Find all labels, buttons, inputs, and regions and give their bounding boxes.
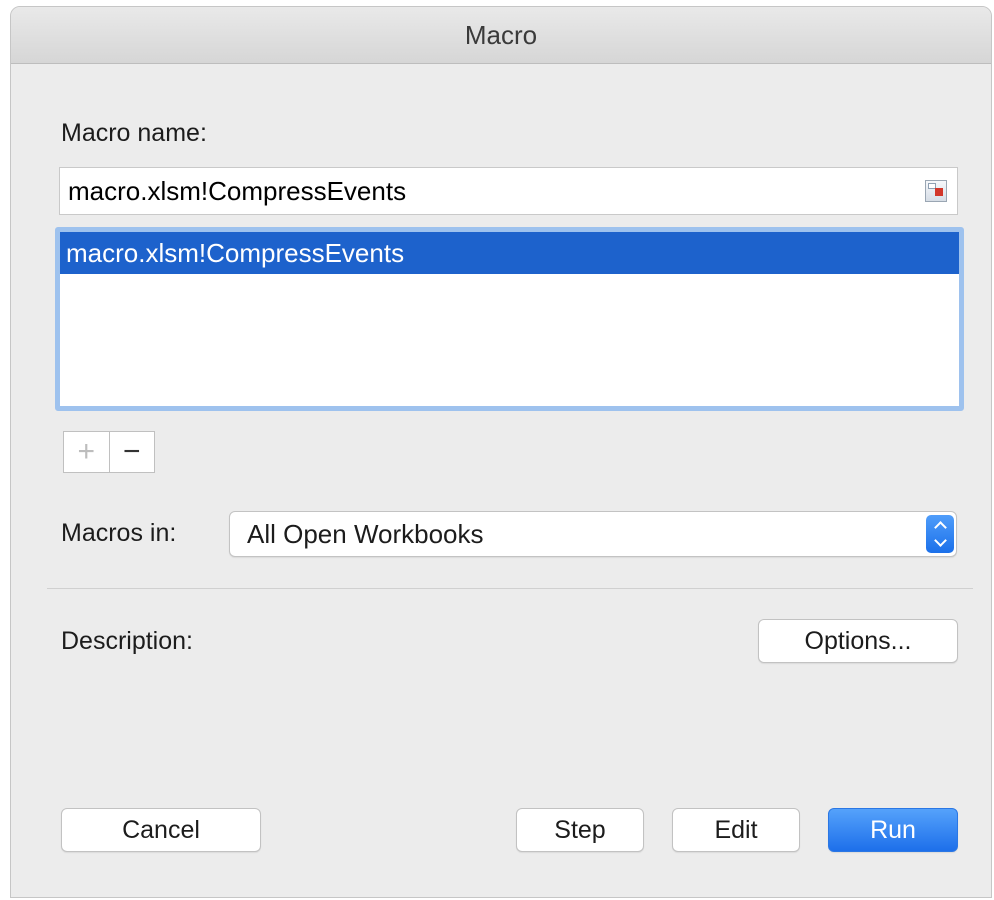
up-down-chevron-icon (926, 515, 954, 553)
macros-in-value: All Open Workbooks (247, 519, 484, 549)
macro-name-input[interactable] (68, 168, 908, 214)
chevron-down-icon (933, 534, 947, 547)
range-select-icon[interactable] (925, 180, 947, 202)
macros-in-label: Macros in: (61, 519, 177, 547)
divider (47, 588, 973, 589)
macro-list[interactable]: macro.xlsm!CompressEvents (55, 227, 964, 411)
list-add-remove-control: + − (63, 431, 155, 473)
chevron-up-icon (933, 521, 947, 534)
macro-dialog: Macro Macro name: macro.xlsm!CompressEve… (10, 6, 992, 898)
remove-button[interactable]: − (110, 432, 155, 472)
list-item[interactable]: macro.xlsm!CompressEvents (60, 232, 959, 274)
title-bar: Macro (11, 7, 991, 64)
range-select-icon-arrow (935, 188, 943, 196)
macros-in-select[interactable]: All Open Workbooks (229, 511, 957, 557)
run-button[interactable]: Run (828, 808, 958, 852)
macro-name-field[interactable] (59, 167, 958, 215)
description-label: Description: (61, 627, 193, 655)
macro-name-label: Macro name: (61, 119, 207, 147)
cancel-button[interactable]: Cancel (61, 808, 261, 852)
step-button[interactable]: Step (516, 808, 644, 852)
add-button[interactable]: + (64, 432, 110, 472)
options-button[interactable]: Options... (758, 619, 958, 663)
edit-button[interactable]: Edit (672, 808, 800, 852)
window-title: Macro (464, 20, 538, 50)
